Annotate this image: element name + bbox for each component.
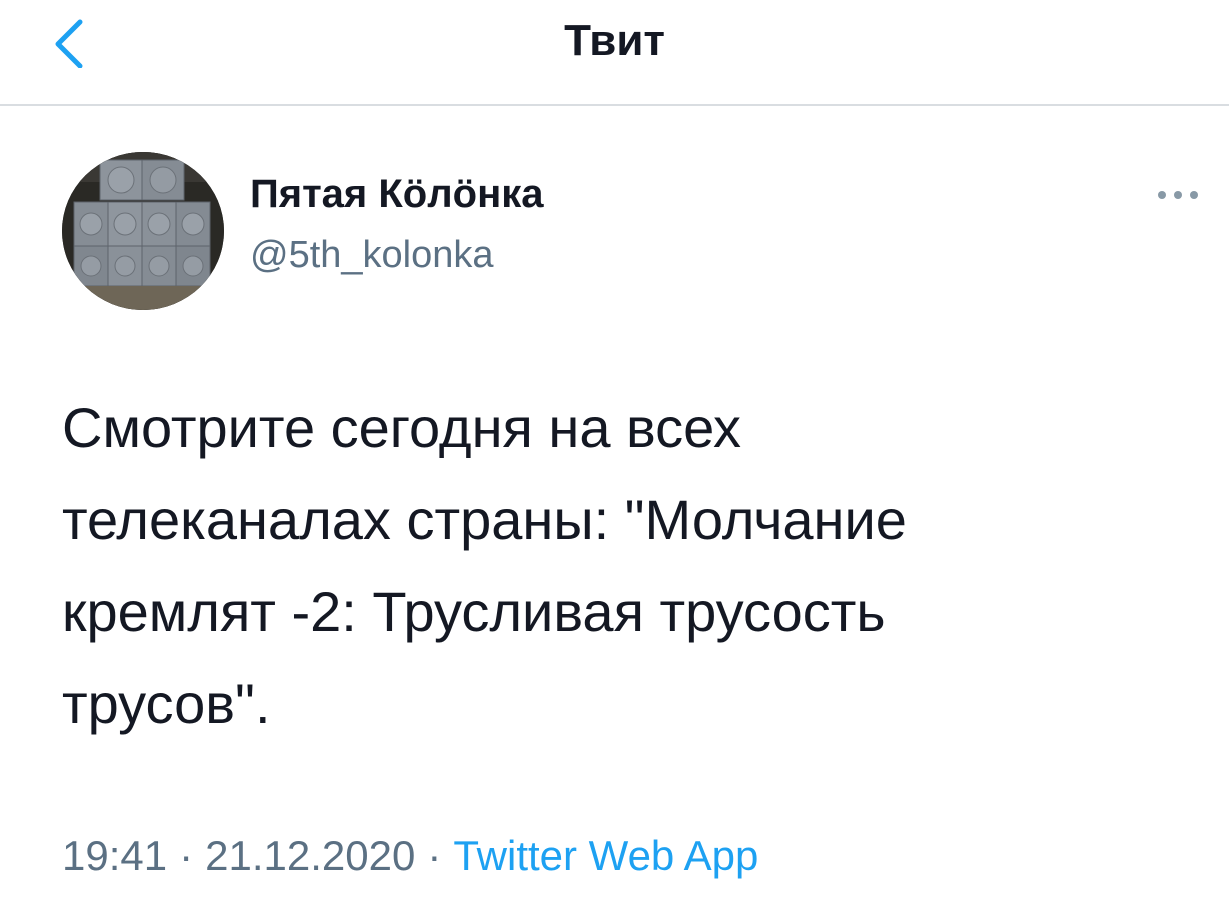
tweet-date: 21.12.2020 [205,832,416,879]
top-navigation-bar: Твит [0,0,1229,106]
tweet-time: 19:41 [62,832,168,879]
avatar[interactable] [62,152,224,310]
more-options-icon [1158,191,1198,199]
tweet-source-link[interactable]: Twitter Web App [453,832,758,879]
tweet-text: Смотрите сегодня на всех телеканалах стр… [62,396,907,735]
meta-separator: · [179,832,194,879]
speakers-avatar-image [62,152,224,310]
more-options-button[interactable] [1148,180,1208,210]
page-title: Твит [564,16,665,65]
tweet-metadata: 19:41 · 21.12.2020 · Twitter Web App [62,832,758,880]
author-handle[interactable]: @5th_kolonka [250,234,494,277]
author-name[interactable]: Пятая Кöлöнка [250,172,544,217]
meta-separator: · [427,832,442,879]
